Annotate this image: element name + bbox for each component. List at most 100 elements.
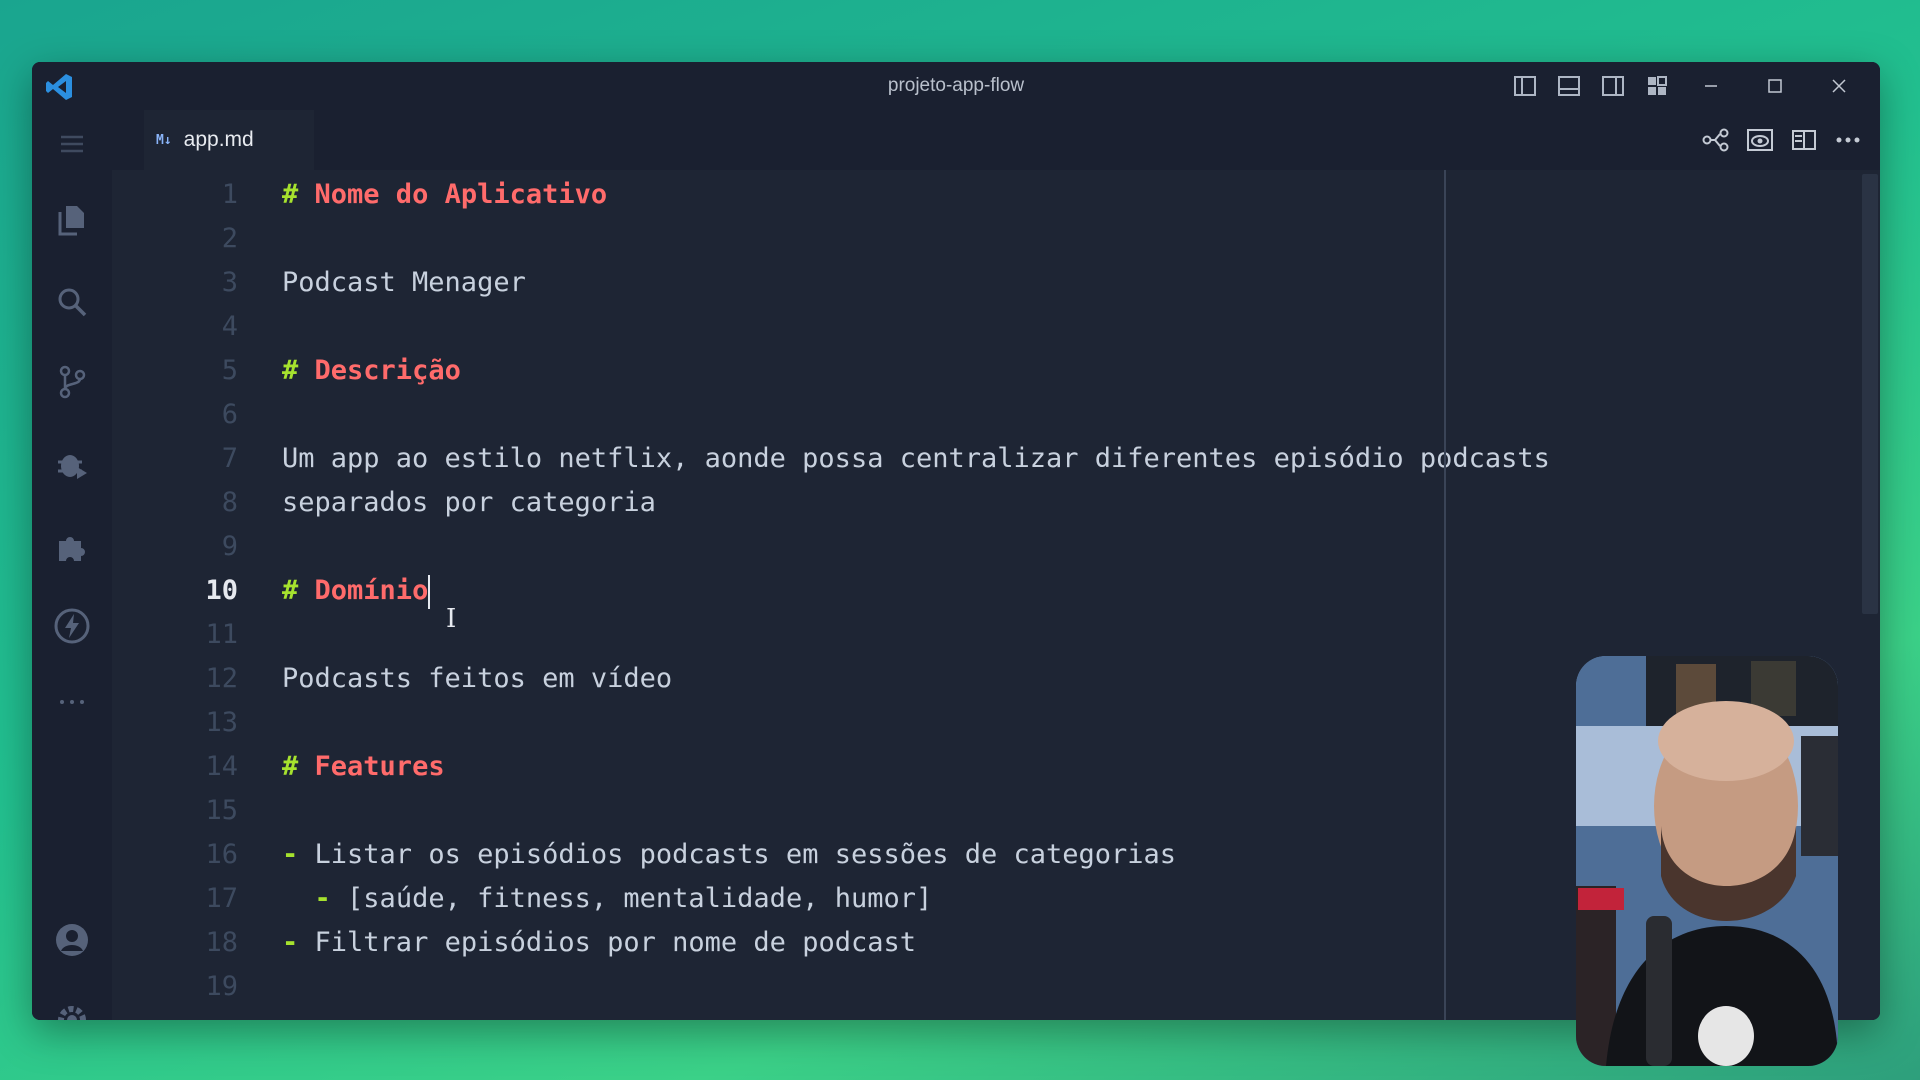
toggle-primary-sidebar-icon[interactable] [1512,73,1538,99]
line-number: 9 [221,531,238,562]
editor-line[interactable]: 8 separados por categoria [112,481,1612,525]
mouse-ibeam-cursor: I [446,604,457,634]
editor-line[interactable]: 9 [112,525,1612,569]
heading-marker: # [282,179,299,210]
editor-line[interactable]: 7 Um app ao estilo netflix, aonde possa c… [112,437,1612,481]
toggle-secondary-sidebar-icon[interactable] [1600,73,1626,99]
extensions-icon[interactable] [50,524,94,568]
tab-label: app.md [183,128,254,151]
paragraph-text: separados por categoria [282,487,656,518]
heading-text: Domínio [314,575,429,606]
source-control-icon[interactable] [50,360,94,404]
open-changes-icon[interactable] [1702,126,1730,154]
line-number: 19 [205,971,238,1002]
list-item-text: Filtrar episódios por nome de podcast [314,927,916,958]
line-number: 11 [205,619,238,650]
line-content: separados por categoria [282,481,656,525]
markdown-file-icon: M↓ [156,132,172,148]
scrollbar-thumb[interactable] [1862,174,1878,614]
editor-line[interactable]: 16 - Listar os episódios podcasts em sess… [112,833,1612,877]
line-number: 10 [205,575,238,606]
tab-bar: M↓ app.md [112,110,1880,170]
tab-app-md[interactable]: M↓ app.md [144,110,314,170]
activity-bar: 1 [32,110,112,1020]
list-item-text: [saúde, fitness, mentalidade, humor] [347,883,933,914]
line-number: 13 [205,707,238,738]
line-number: 16 [205,839,238,870]
open-preview-icon[interactable] [1746,126,1774,154]
heading-marker: # [282,575,299,606]
vertical-scrollbar[interactable] [1860,170,1880,1020]
editor-ruler [1444,170,1446,1020]
editor-line[interactable]: 18 - Filtrar episódios por nome de podcas… [112,921,1612,965]
split-editor-icon[interactable] [1790,126,1818,154]
editor-line[interactable]: 3 Podcast Menager [112,261,1612,305]
editor-line[interactable]: 19 [112,965,1612,1009]
heading-marker: # [282,355,299,386]
line-number: 6 [221,399,238,430]
list-item-text: Listar os episódios podcasts em sessões … [314,839,1177,870]
editor-actions [1702,110,1862,170]
close-button[interactable] [1816,62,1862,110]
line-number: 17 [205,883,238,914]
line-number: 2 [221,223,238,254]
editor-line[interactable]: 4 [112,305,1612,349]
list-marker: - [282,927,299,958]
line-number: 3 [221,267,238,298]
run-debug-icon[interactable] [50,442,94,486]
lightning-extension-icon[interactable] [50,604,94,648]
editor-line[interactable]: 11 [112,613,1612,657]
line-number: 5 [221,355,238,386]
line-content: # Nome do Aplicativo [282,173,607,217]
heading-text: Nome do Aplicativo [314,179,608,210]
paragraph-text: Um app ao estilo netflix, aonde possa ce… [282,443,1550,474]
editor-line[interactable]: 14 # Features [112,745,1612,789]
more-icon[interactable] [50,680,94,724]
line-content: Podcasts feitos em vídeo [282,657,672,701]
heading-text: Features [314,751,445,782]
heading-text: Descrição [314,355,461,386]
editor-line[interactable]: 12 Podcasts feitos em vídeo [112,657,1612,701]
line-number: 12 [205,663,238,694]
list-marker: - [282,839,299,870]
presenter-video-image [1576,656,1838,1066]
webcam-overlay [1576,656,1838,1066]
line-number: 1 [221,179,238,210]
line-number: 8 [221,487,238,518]
line-number: 15 [205,795,238,826]
editor-line[interactable]: 1 # Nome do Aplicativo [112,173,1612,217]
vscode-logo-icon[interactable] [44,72,74,102]
editor-line[interactable]: 15 [112,789,1612,833]
line-content: # Domínio [282,569,431,613]
title-bar: projeto-app-flow [32,62,1880,110]
editor-line[interactable]: 5 # Descrição [112,349,1612,393]
minimize-button[interactable] [1688,62,1734,110]
manage-gear-icon[interactable]: 1 [50,998,94,1020]
line-content: Podcast Menager [282,261,526,305]
more-actions-icon[interactable] [1834,126,1862,154]
line-content: - Listar os episódios podcasts em sessõe… [282,833,1176,877]
heading-marker: # [282,751,299,782]
line-content: # Descrição [282,349,461,393]
title-actions [1512,62,1862,110]
toggle-panel-icon[interactable] [1556,73,1582,99]
line-number: 4 [221,311,238,342]
line-content: - [saúde, fitness, mentalidade, humor] [282,877,933,921]
search-icon[interactable] [50,280,94,324]
explorer-icon[interactable] [50,198,94,242]
menu-icon[interactable] [50,122,94,166]
line-content: Um app ao estilo netflix, aonde possa ce… [282,437,1550,481]
text-cursor [428,574,431,609]
line-number: 7 [221,443,238,474]
editor-line[interactable]: 2 [112,217,1612,261]
line-content: # Features [282,745,445,789]
editor-line[interactable]: 10 # Domínio [112,569,1612,613]
maximize-button[interactable] [1752,62,1798,110]
line-number: 14 [205,751,238,782]
customize-layout-icon[interactable] [1644,73,1670,99]
editor-line[interactable]: 6 [112,393,1612,437]
accounts-icon[interactable] [50,918,94,962]
line-number: 18 [205,927,238,958]
editor-line[interactable]: 17 - [saúde, fitness, mentalidade, humor… [112,877,1612,921]
editor-line[interactable]: 13 [112,701,1612,745]
